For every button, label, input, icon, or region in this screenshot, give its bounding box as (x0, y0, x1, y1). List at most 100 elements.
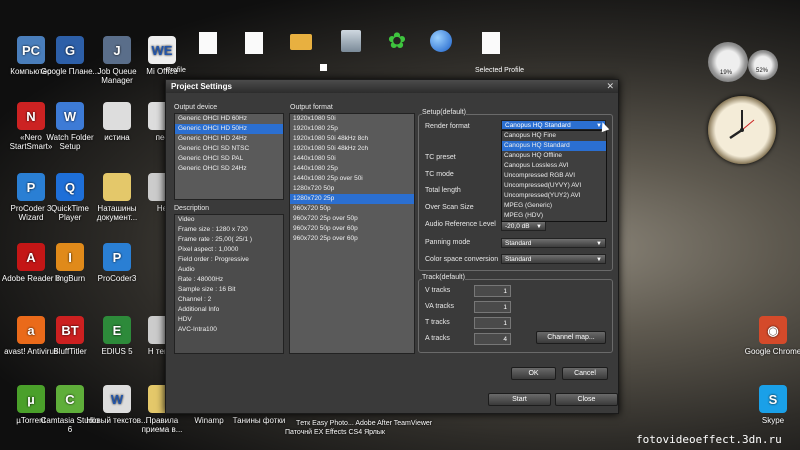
description-line: Video (178, 216, 195, 223)
output-format-item[interactable]: 960x720 25p over 50p (290, 214, 414, 224)
track-count-field[interactable]: 1 (474, 301, 511, 313)
shortcut-icon: Q (56, 173, 84, 201)
shortcut-icon: J (103, 36, 131, 64)
start-button[interactable]: Start (488, 393, 551, 406)
track-label: V tracks (425, 287, 451, 294)
output-format-list[interactable]: 1920x1080 50i 1920x1080 25p 1920x1080 50i … (289, 113, 415, 354)
icq-icon[interactable]: ✿ (385, 30, 409, 52)
description-line: Audio (178, 266, 195, 273)
output-format-item[interactable]: 1440x1080 25p over 50i (290, 174, 414, 184)
output-device-item[interactable]: Generic OHCI HD 60Hz (175, 114, 283, 124)
description-line: Sample size : 16 Bit (178, 286, 236, 293)
over-scan-label: Over Scan Size (425, 204, 474, 211)
description-line: HDV (178, 316, 192, 323)
render-option-item[interactable]: Canopus Lossless AVI (502, 161, 606, 171)
description-line: Rate : 48000Hz (178, 276, 224, 283)
output-format-item[interactable]: 960x720 25p over 60p (290, 234, 414, 244)
output-device-item[interactable]: Generic OHCI SD PAL (175, 154, 283, 164)
chevron-down-icon: ▼ (596, 241, 602, 247)
output-format-item[interactable]: 1440x1080 25p (290, 164, 414, 174)
shortcut-icon: WE (148, 36, 176, 64)
track-label: T tracks (425, 319, 450, 326)
track-count-field[interactable]: 4 (474, 333, 511, 345)
track-count-field[interactable]: 1 (474, 317, 511, 329)
shortcut-icon: E (103, 316, 131, 344)
description-line: Frame size : 1280 x 720 (178, 226, 248, 233)
dialog-title: Project Settings (171, 82, 232, 91)
cpu-meter-gadget[interactable]: 19% 52% (708, 42, 780, 86)
shortcut-icon: G (56, 36, 84, 64)
description-box: Video Frame size : 1280 x 720 Frame rate… (174, 214, 284, 354)
output-format-item[interactable]: 1440x1080 50i (290, 154, 414, 164)
tc-preset-label: TC preset (425, 154, 456, 161)
track-count-field[interactable]: 1 (474, 285, 511, 297)
render-option-item[interactable]: MPEG (Generic) (502, 201, 606, 211)
tc-mode-label: TC mode (425, 171, 454, 178)
desktop-shortcut[interactable]: ◉ Google Chrome (742, 316, 800, 356)
panning-label: Panning mode (425, 239, 471, 246)
audio-ref-select[interactable]: -20,0 dB ▼ (501, 221, 546, 231)
output-format-item[interactable]: 960x720 50p over 60p (290, 224, 414, 234)
shortcut-icon: ◉ (759, 316, 787, 344)
render-option-item[interactable]: MPEG (HDV) (502, 211, 606, 221)
file-icon[interactable] (482, 32, 500, 54)
clock-face-icon (729, 110, 755, 140)
cancel-button[interactable]: Cancel (562, 367, 608, 380)
bottom-shortcut-sublabels: Паточнй EX Effects CS4 Ярлык (285, 429, 385, 436)
shortcut-icon (103, 173, 131, 201)
output-format-item[interactable]: 1920x1080 50i (290, 114, 414, 124)
render-option-item[interactable]: Canopus HQ Offline (502, 151, 606, 161)
channel-map-button[interactable]: Channel map... (536, 331, 606, 344)
folder-icon[interactable] (290, 34, 312, 50)
file-icon[interactable] (245, 32, 263, 54)
audio-ref-value: -20,0 dB (505, 223, 530, 230)
output-format-item[interactable]: 960x720 50p (290, 204, 414, 214)
shortcut-icon: W (56, 102, 84, 130)
color-space-value: Standard (505, 256, 532, 263)
render-option-item[interactable]: Canopus HQ Standard (502, 141, 606, 151)
output-format-item[interactable]: 1920x1080 50i 48kHz 8ch (290, 134, 414, 144)
output-device-label: Output device (174, 104, 218, 111)
shortcut-icon: BT (56, 316, 84, 344)
output-device-item[interactable]: Generic OHCI SD 24Hz (175, 164, 283, 174)
desktop-shortcut[interactable]: P ProCoder3 (86, 243, 148, 283)
render-format-dropdown[interactable]: Canopus HQ Fine Canopus HQ Standard Canopu… (501, 130, 607, 222)
shortcut-icon: S (759, 385, 787, 413)
description-line: Frame rate : 25,00( 25/1 ) (178, 236, 253, 243)
close-button[interactable]: Close (555, 393, 618, 406)
output-format-item[interactable]: 1280x720 50p (290, 184, 414, 194)
shortcut-label: Google Chrome (744, 347, 800, 356)
render-format-select[interactable]: Canopus HQ Standard ▼ (501, 120, 606, 130)
output-device-item[interactable]: Generic OHCI HD 24Hz (175, 134, 283, 144)
render-option-item[interactable]: Uncompressed(YUY2) AVI (502, 191, 606, 201)
desktop-shortcut[interactable]: S Skype (742, 385, 800, 425)
ok-button[interactable]: OK (511, 367, 556, 380)
recycle-bin-icon[interactable] (341, 30, 361, 52)
output-device-item[interactable]: Generic OHCI HD 50Hz (175, 124, 283, 134)
output-format-item[interactable]: 1920x1080 50i 48kHz 2ch (290, 144, 414, 154)
render-option-item[interactable]: Uncompressed RGB AVI (502, 171, 606, 181)
output-device-list[interactable]: Generic OHCI HD 60Hz Generic OHCI HD 50Hz… (174, 113, 284, 200)
setup-group-label: Setup(default) (422, 109, 466, 116)
color-space-select[interactable]: Standard ▼ (501, 254, 606, 264)
render-option-item[interactable]: Uncompressed(UYVY) AVI (502, 181, 606, 191)
file-icon[interactable] (199, 32, 217, 54)
shortcut-icon: W (103, 385, 131, 413)
panning-select[interactable]: Standard ▼ (501, 238, 606, 248)
render-option-item[interactable]: Canopus HQ Fine (502, 131, 606, 141)
selection-marker (320, 64, 327, 71)
clock-gadget[interactable] (708, 96, 776, 164)
total-length-label: Total length (425, 187, 461, 194)
color-space-label: Color space conversion (425, 256, 499, 263)
bottom-shortcut-labels: Tетк Easy Photo... Adobe After TeamViewe… (296, 420, 433, 427)
output-format-item[interactable]: 1920x1080 25p (290, 124, 414, 134)
output-device-item[interactable]: Generic OHCI SD NTSC (175, 144, 283, 154)
shortcut-label: Танины фотки (232, 416, 286, 425)
dialog-titlebar[interactable]: Project Settings (166, 80, 618, 93)
description-line: Additional Info (178, 306, 220, 313)
close-icon[interactable]: ✕ (606, 81, 614, 91)
globe-icon[interactable] (430, 30, 452, 52)
track-label: A tracks (425, 335, 450, 342)
output-format-item[interactable]: 1280x720 25p (290, 194, 414, 204)
profile-label: Profile (166, 67, 186, 74)
